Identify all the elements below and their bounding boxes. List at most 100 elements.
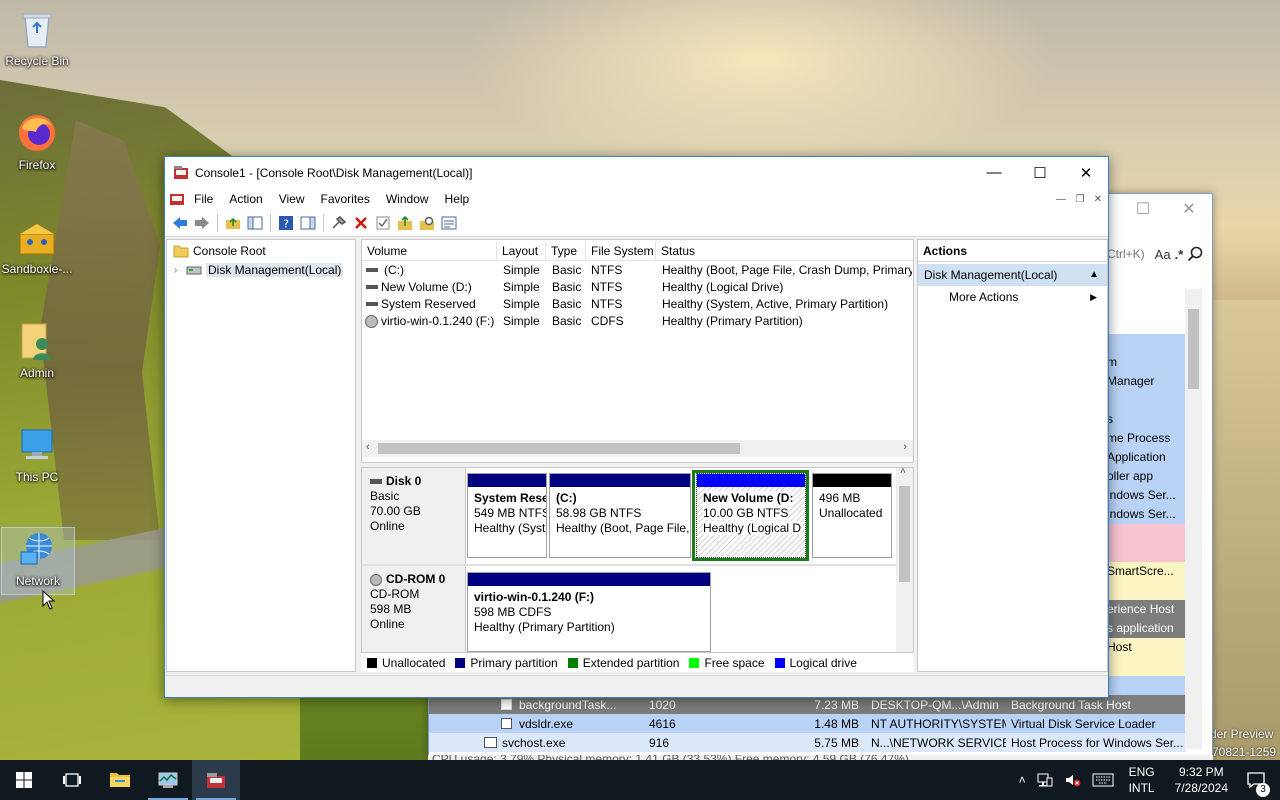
scroll-left-arrow-icon[interactable]: ‹ xyxy=(366,441,370,453)
scroll-thumb[interactable] xyxy=(378,443,740,454)
more-actions-item[interactable]: More Actions ▶ xyxy=(918,286,1107,308)
folder-up-icon xyxy=(226,217,240,229)
menu-window[interactable]: Window xyxy=(378,188,437,210)
taskbar-mmc[interactable] xyxy=(192,760,240,800)
tm-process-description: Virtual Disk Service Loader xyxy=(1011,716,1156,731)
column-header-layout[interactable]: Layout xyxy=(497,241,546,261)
desktop-icon-network[interactable]: Network xyxy=(1,527,75,595)
volume-row[interactable]: virtio-win-0.1.240 (F:) Simple Basic CDF… xyxy=(362,313,913,330)
connect-button[interactable] xyxy=(328,212,350,234)
menu-help[interactable]: Help xyxy=(437,188,478,210)
disk-graphical-view[interactable]: Disk 0 Basic 70.00 GB Online System Rese… xyxy=(361,467,914,672)
tm-close-button[interactable]: ✕ xyxy=(1166,194,1212,224)
desktop-icon-this-pc[interactable]: This PC xyxy=(0,424,74,484)
tm-scroll-thumb[interactable] xyxy=(1188,309,1199,389)
mmc-title-bar[interactable]: Console1 - [Console Root\Disk Management… xyxy=(165,157,1108,188)
search-folder-button[interactable] xyxy=(416,212,438,234)
column-header-type[interactable]: Type xyxy=(546,241,586,261)
menu-action[interactable]: Action xyxy=(221,188,270,210)
partition-d-selected[interactable]: New Volume (D: 10.00 GB NTFS Healthy (Lo… xyxy=(696,473,806,558)
desktop-icon-firefox[interactable]: Firefox xyxy=(0,112,74,172)
show-hide-action-pane-button[interactable] xyxy=(297,212,319,234)
column-header-volume[interactable]: Volume xyxy=(362,241,497,261)
tm-highlight-strip-pink xyxy=(1105,524,1185,562)
tm-maximize-button[interactable]: ☐ xyxy=(1120,194,1166,224)
actions-section-disk-management[interactable]: Disk Management(Local) ▲ xyxy=(918,264,1107,286)
tree-item-console-root[interactable]: Console Root xyxy=(173,242,266,260)
task-view-button[interactable] xyxy=(48,760,96,800)
search-icon[interactable] xyxy=(1187,246,1203,262)
back-button[interactable] xyxy=(169,212,191,234)
tm-match-case[interactable]: Aa xyxy=(1155,247,1171,262)
volume-tray-button[interactable] xyxy=(1059,772,1087,788)
maximize-button[interactable]: ☐ xyxy=(1017,157,1063,188)
volume-row[interactable]: (C:) Simple Basic NTFS Healthy (Boot, Pa… xyxy=(362,262,913,279)
mmc-menu-icon[interactable] xyxy=(169,192,185,206)
properties-button[interactable] xyxy=(438,212,460,234)
tm-process-user: DESKTOP-QM...\Admin xyxy=(871,697,999,712)
desktop-icon-label: This PC xyxy=(15,470,59,484)
menu-favorites[interactable]: Favorites xyxy=(313,188,378,210)
volume-row[interactable]: New Volume (D:) Simple Basic NTFS Health… xyxy=(362,279,913,296)
collapse-arrow-icon[interactable]: ▲ xyxy=(1089,264,1099,286)
desktop-icon-admin[interactable]: Admin xyxy=(0,320,74,380)
graphical-view-vertical-scrollbar[interactable]: ˄ xyxy=(896,468,913,671)
tm-process-name: backgroundTask... xyxy=(519,697,617,712)
close-button[interactable]: ✕ xyxy=(1063,157,1109,188)
help-button[interactable]: ? xyxy=(275,212,297,234)
partition-c[interactable]: (C:) 58.98 GB NTFS Healthy (Boot, Page F… xyxy=(549,473,691,558)
tree-item-label: Disk Management(Local) xyxy=(206,263,344,277)
scroll-thumb[interactable] xyxy=(899,486,910,582)
mdi-close-button[interactable]: ✕ xyxy=(1089,191,1107,207)
check-button[interactable] xyxy=(372,212,394,234)
scroll-up-arrow-icon[interactable]: ˄ xyxy=(900,468,906,477)
menu-view[interactable]: View xyxy=(271,188,313,210)
export-button[interactable] xyxy=(394,212,416,234)
volume-row[interactable]: System Reserved Simple Basic NTFS Health… xyxy=(362,296,913,313)
disk-0-label[interactable]: Disk 0 Basic 70.00 GB Online xyxy=(362,468,466,564)
tm-vertical-scrollbar[interactable] xyxy=(1185,289,1202,749)
console-tree[interactable]: Console Root › Disk Management(Local) xyxy=(166,239,356,672)
forward-button[interactable] xyxy=(191,212,213,234)
mmc-window[interactable]: Console1 - [Console Root\Disk Management… xyxy=(164,156,1109,698)
show-hide-tree-button[interactable] xyxy=(244,212,266,234)
clock-button[interactable]: 9:32 PM 7/28/2024 xyxy=(1165,764,1238,796)
touch-keyboard-button[interactable] xyxy=(1087,773,1119,787)
tm-process-row[interactable]: svchost.exe 916 5.75 MB N...\NETWORK SER… xyxy=(429,733,1186,752)
taskbar-task-manager[interactable] xyxy=(144,760,192,800)
taskbar-file-explorer[interactable] xyxy=(96,760,144,800)
tm-desc-fragment: m xyxy=(1107,355,1117,369)
action-center-button[interactable]: 3 xyxy=(1238,771,1280,797)
partition-unallocated[interactable]: 496 MB Unallocated xyxy=(812,473,892,558)
up-level-button[interactable] xyxy=(222,212,244,234)
desktop-icon-sandboxie[interactable]: Sandboxie-... xyxy=(0,216,74,276)
console-tree-icon xyxy=(247,216,263,230)
tree-item-disk-management[interactable]: › Disk Management(Local) xyxy=(174,261,344,279)
partition-color-bar xyxy=(813,474,891,487)
desktop-icon-recycle-bin[interactable]: Recycle Bin xyxy=(0,8,74,68)
input-language-button[interactable]: ENG INTL xyxy=(1119,764,1165,796)
disk-size: 70.00 GB xyxy=(370,504,421,518)
column-header-status[interactable]: Status xyxy=(656,241,913,261)
mdi-restore-button[interactable]: ❐ xyxy=(1071,191,1089,207)
menu-file[interactable]: File xyxy=(186,188,221,210)
scroll-right-arrow-icon[interactable]: › xyxy=(903,441,907,453)
toolbar-separator xyxy=(270,214,271,232)
volume-list-horizontal-scrollbar[interactable]: ‹ › xyxy=(362,440,913,457)
more-actions-label: More Actions xyxy=(949,290,1019,304)
tm-process-row[interactable]: vdsldr.exe 4616 1.48 MB NT AUTHORITY\SYS… xyxy=(429,714,1186,733)
column-header-file-system[interactable]: File System xyxy=(586,241,656,261)
delete-button[interactable] xyxy=(350,212,372,234)
tm-regex[interactable]: .* xyxy=(1175,247,1184,262)
expand-chevron-icon[interactable]: › xyxy=(174,265,186,276)
start-button[interactable] xyxy=(0,760,48,800)
partition-cdrom-f[interactable]: virtio-win-0.1.240 (F:) 598 MB CDFS Heal… xyxy=(467,572,711,652)
tm-search-box[interactable]: Ctrl+K) Aa .* xyxy=(1107,246,1203,262)
mdi-minimize-button[interactable]: — xyxy=(1052,191,1070,207)
partition-system-reserved[interactable]: System Rese 549 MB NTFS Healthy (Syst xyxy=(467,473,547,558)
minimize-button[interactable]: — xyxy=(971,157,1017,188)
volume-list[interactable]: Volume Layout Type File System Status (C… xyxy=(361,239,914,463)
partition-size: 549 MB NTFS xyxy=(474,506,547,520)
network-tray-button[interactable] xyxy=(1031,772,1059,788)
show-hidden-icons-button[interactable]: ˄ xyxy=(1014,773,1031,787)
